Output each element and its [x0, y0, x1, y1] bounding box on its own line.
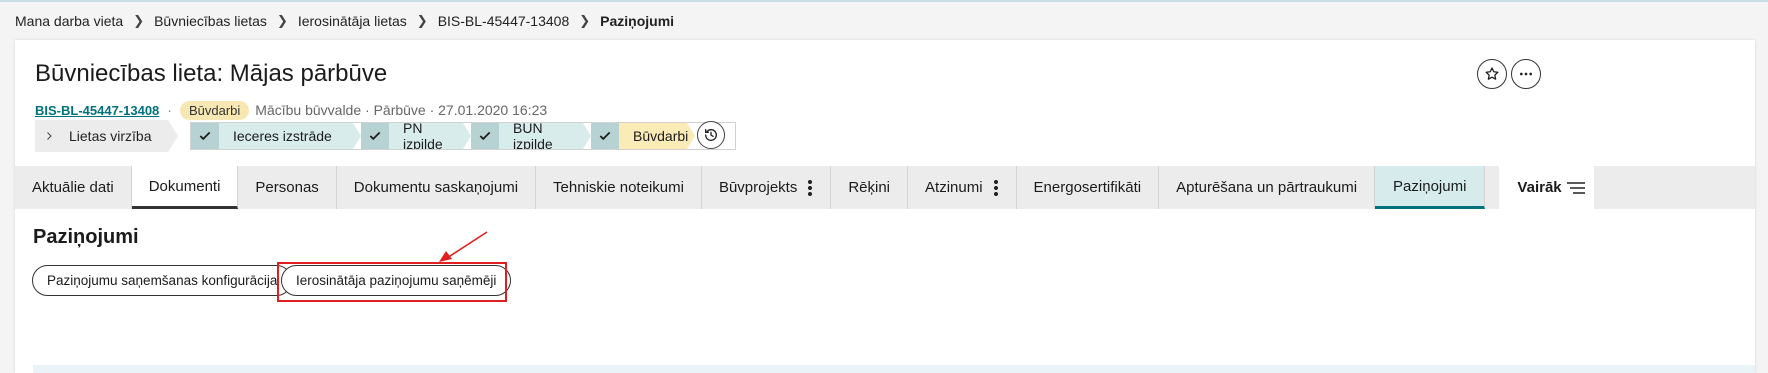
tab-current-data[interactable]: Aktuālie dati — [15, 166, 132, 209]
more-actions-button[interactable] — [1511, 59, 1541, 89]
checkmark-icon — [591, 123, 619, 149]
history-button[interactable] — [697, 121, 725, 149]
breadcrumb-item-construction-cases[interactable]: Būvniecības lietas — [154, 13, 267, 29]
breadcrumb-current: Paziņojumi — [600, 13, 675, 29]
highlight-box — [277, 262, 507, 302]
tab-energy-certificates[interactable]: Energosertifikāti — [1017, 166, 1160, 209]
tab-label: Dokumentu saskaņojumi — [353, 179, 519, 196]
section-title: Paziņojumi — [33, 226, 139, 248]
checkmark-icon — [361, 123, 389, 149]
case-progress-label: Lietas virzība — [69, 128, 152, 144]
chevron-right-icon: ❯ — [579, 13, 591, 28]
more-vertical-icon[interactable] — [993, 179, 999, 197]
case-meta: BIS-BL-45447-13408 · Būvdarbi Mācību būv… — [35, 100, 547, 120]
tab-bar: Aktuālie dati Dokumenti Personas Dokumen… — [15, 166, 1755, 209]
tab-building-project[interactable]: Būvprojekts — [702, 166, 832, 209]
stage-step: Ieceres izstrāde — [191, 123, 361, 149]
tab-label: Būvprojekts — [718, 179, 798, 196]
case-progress-toggle[interactable]: Lietas virzība — [35, 120, 178, 152]
more-vertical-icon[interactable] — [807, 179, 813, 197]
page-title: Būvniecības lieta: Mājas pārbūve — [35, 60, 388, 87]
stage-step-label: Būvdarbi — [619, 123, 695, 149]
star-icon — [1485, 67, 1499, 80]
case-progress: Lietas virzība Ieceres izstrāde PN izpil… — [35, 120, 736, 152]
meta-separator: · — [167, 102, 172, 118]
stage-step-label: Ieceres izstrāde — [219, 123, 361, 149]
stage-step-current: Būvdarbi — [591, 123, 695, 149]
tab-label: Atzinumi — [925, 179, 983, 196]
checkmark-icon — [471, 123, 499, 149]
case-id-link[interactable]: BIS-BL-45447-13408 — [35, 103, 159, 118]
breadcrumb-item-initiator-cases[interactable]: Ierosinātāja lietas — [298, 13, 407, 29]
case-meta-text: Mācību būvvalde · Pārbūve · 27.01.2020 1… — [255, 102, 548, 118]
more-horizontal-icon — [1520, 72, 1532, 76]
menu-lines-icon — [1566, 181, 1585, 194]
chevron-right-icon: ❯ — [133, 13, 145, 28]
tab-more-button[interactable]: Vairāk — [1499, 166, 1595, 209]
content-panel-top — [33, 365, 1755, 373]
tab-document-approvals[interactable]: Dokumentu saskaņojumi — [337, 166, 537, 209]
tab-label: Aktuālie dati — [32, 179, 114, 196]
tab-notifications[interactable]: Paziņojumi — [1375, 166, 1486, 209]
tab-opinions[interactable]: Atzinumi — [908, 166, 1017, 209]
tab-label: Personas — [255, 179, 319, 196]
stage-steps: Ieceres izstrāde PN izpilde BUN izpilde … — [190, 122, 736, 150]
favorite-button[interactable] — [1477, 59, 1507, 89]
breadcrumb-item-workplace[interactable]: Mana darba vieta — [15, 13, 123, 29]
breadcrumb-item-case-id[interactable]: BIS-BL-45447-13408 — [438, 13, 570, 29]
breadcrumb: Mana darba vieta ❯ Būvniecības lietas ❯ … — [15, 12, 674, 30]
tab-label: Energosertifikāti — [1033, 179, 1142, 196]
checkmark-icon — [191, 123, 219, 149]
tab-label: Dokumenti — [148, 177, 221, 195]
stage-step: PN izpilde — [361, 123, 471, 149]
tab-documents[interactable]: Dokumenti — [131, 166, 239, 209]
notification-config-button[interactable]: Paziņojumu saņemšanas konfigurācija — [32, 265, 293, 296]
tab-label: Rēķini — [848, 179, 891, 196]
stage-step: BUN izpilde — [471, 123, 591, 149]
case-card: Būvniecības lieta: Mājas pārbūve BIS-BL-… — [15, 40, 1755, 373]
tab-label: Apturēšana un pārtraukumi — [1176, 179, 1358, 196]
tab-technical-conditions[interactable]: Tehniskie noteikumi — [536, 166, 702, 209]
chevron-right-icon — [43, 130, 55, 142]
tab-invoices[interactable]: Rēķini — [831, 166, 909, 209]
stage-step-label: BUN izpilde — [499, 123, 591, 149]
chevron-right-icon: ❯ — [276, 13, 288, 28]
history-icon — [705, 129, 717, 141]
status-badge: Būvdarbi — [179, 100, 250, 120]
annotation-arrow-icon — [439, 231, 488, 262]
chevron-right-icon: ❯ — [416, 13, 428, 28]
tab-suspension[interactable]: Apturēšana un pārtraukumi — [1159, 166, 1376, 209]
tab-persons[interactable]: Personas — [238, 166, 337, 209]
tab-label: Paziņojumi — [1393, 177, 1467, 195]
tab-more-label: Vairāk — [1517, 179, 1562, 196]
tab-label: Tehniskie noteikumi — [553, 179, 684, 196]
stage-step-label: PN izpilde — [389, 123, 471, 149]
top-border — [0, 0, 1768, 2]
